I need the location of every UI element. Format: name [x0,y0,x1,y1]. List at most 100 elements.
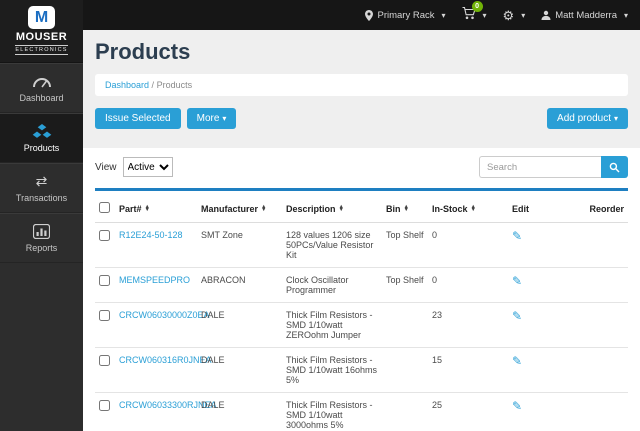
map-pin-icon [365,10,373,21]
sidebar-item-transactions[interactable]: ⇄ Transactions [0,163,83,213]
edit-pencil-icon[interactable] [512,399,522,413]
instock-cell: 15 [428,348,508,393]
sidebar-item-label: Dashboard [19,93,63,103]
row-checkbox[interactable] [99,355,110,366]
mouser-logo[interactable]: M MOUSER ELECTRONICS [0,0,83,63]
table-row: CRCW060316R0JNEA DALE Thick Film Resisto… [95,348,628,393]
topbar: Primary Rack 0 ⚙ Matt Madderra [0,0,640,30]
user-icon [541,10,551,20]
add-product-button[interactable]: Add product [547,108,628,129]
column-header-edit: Edit [508,195,576,223]
description-cell: Thick Film Resistors - SMD 1/10watt ZERO… [282,303,382,348]
location-dropdown[interactable]: Primary Rack [365,10,445,21]
bin-cell [382,393,428,431]
table-header-row: Part# Manufacturer Description Bin In-St… [95,195,628,223]
user-name-label: Matt Madderra [555,10,617,21]
gear-icon: ⚙ [503,9,515,22]
description-cell: Thick Film Resistors - SMD 1/10watt 3000… [282,393,382,431]
table-row: CRCW06033300RJNEA DALE Thick Film Resist… [95,393,628,431]
description-cell: Clock Oscillator Programmer [282,268,382,303]
reorder-cell [576,303,628,348]
instock-cell: 0 [428,223,508,268]
view-select[interactable]: Active [123,157,173,177]
location-label: Primary Rack [377,10,434,21]
instock-cell: 25 [428,393,508,431]
table-row: CRCW06030000Z0EA DALE Thick Film Resisto… [95,303,628,348]
table-row: R12E24-50-128 SMT Zone 128 values 1206 s… [95,223,628,268]
breadcrumb-separator: / [152,80,155,90]
search-group [479,156,628,178]
sidebar-item-dashboard[interactable]: Dashboard [0,63,83,113]
column-header-instock[interactable]: In-Stock [428,195,508,223]
manufacturer-cell: DALE [197,393,282,431]
instock-cell: 0 [428,268,508,303]
cart-count-badge: 0 [472,1,483,12]
bin-cell: Top Shelf [382,268,428,303]
sort-icon [404,206,409,213]
select-all-checkbox[interactable] [99,202,110,213]
part-link[interactable]: MEMSPEEDPRO [119,275,190,285]
products-table: Part# Manufacturer Description Bin In-St… [95,195,628,431]
search-button[interactable] [601,156,628,178]
manufacturer-cell: DALE [197,348,282,393]
logo-subtitle: ELECTRONICS [15,45,67,55]
row-checkbox[interactable] [99,310,110,321]
sidebar-item-label: Reports [26,243,58,253]
row-checkbox[interactable] [99,275,110,286]
issue-selected-button[interactable]: Issue Selected [95,108,181,129]
cart-dropdown[interactable]: 0 [462,7,487,23]
bar-chart-icon [33,224,50,239]
part-link[interactable]: CRCW06030000Z0EA [119,310,210,320]
bin-cell [382,348,428,393]
reorder-cell [576,268,628,303]
instock-cell: 23 [428,303,508,348]
edit-pencil-icon[interactable] [512,354,522,368]
page-title: Products [95,39,628,65]
column-header-reorder: Reorder [576,195,628,223]
more-button[interactable]: More [187,108,237,129]
column-header-bin[interactable]: Bin [382,195,428,223]
edit-pencil-icon[interactable] [512,274,522,288]
column-header-description[interactable]: Description [282,195,382,223]
breadcrumb-dashboard-link[interactable]: Dashboard [105,80,149,90]
manufacturer-cell: DALE [197,303,282,348]
main-content: Products Dashboard / Products Issue Sele… [83,30,640,431]
column-header-part[interactable]: Part# [115,195,197,223]
mouser-m-icon: M [28,6,55,29]
user-menu[interactable]: Matt Madderra [541,10,628,21]
bin-cell: Top Shelf [382,223,428,268]
sidebar-item-label: Transactions [16,193,67,203]
products-panel: View Active Part# Manufacturer Descripti… [83,148,640,431]
breadcrumb-current: Products [157,80,193,90]
row-checkbox[interactable] [99,400,110,411]
part-link[interactable]: R12E24-50-128 [119,230,183,240]
transfer-arrows-icon: ⇄ [36,174,48,189]
manufacturer-cell: ABRACON [197,268,282,303]
reorder-cell [576,348,628,393]
sort-icon [145,206,150,213]
action-buttons-row: Issue Selected More Add product [95,108,628,129]
gauge-icon [32,74,52,89]
table-row: MEMSPEEDPRO ABRACON Clock Oscillator Pro… [95,268,628,303]
breadcrumb: Dashboard / Products [95,74,628,96]
sort-icon [261,206,266,213]
edit-pencil-icon[interactable] [512,309,522,323]
edit-pencil-icon[interactable] [512,229,522,243]
logo-name: MOUSER [0,31,83,43]
column-header-manufacturer[interactable]: Manufacturer [197,195,282,223]
sidebar-item-products[interactable]: Products [0,113,83,163]
row-checkbox[interactable] [99,230,110,241]
sidebar-item-reports[interactable]: Reports [0,213,83,263]
manufacturer-cell: SMT Zone [197,223,282,268]
view-label: View [95,162,117,173]
part-link[interactable]: CRCW060316R0JNEA [119,355,212,365]
bin-cell [382,303,428,348]
table-toolbar: View Active [83,148,640,186]
description-cell: Thick Film Resistors - SMD 1/10watt 16oh… [282,348,382,393]
boxes-icon [32,124,52,139]
divider [95,188,628,191]
sort-icon [339,206,344,213]
settings-dropdown[interactable]: ⚙ [503,9,526,22]
search-input[interactable] [479,156,601,178]
sort-icon [471,206,476,213]
